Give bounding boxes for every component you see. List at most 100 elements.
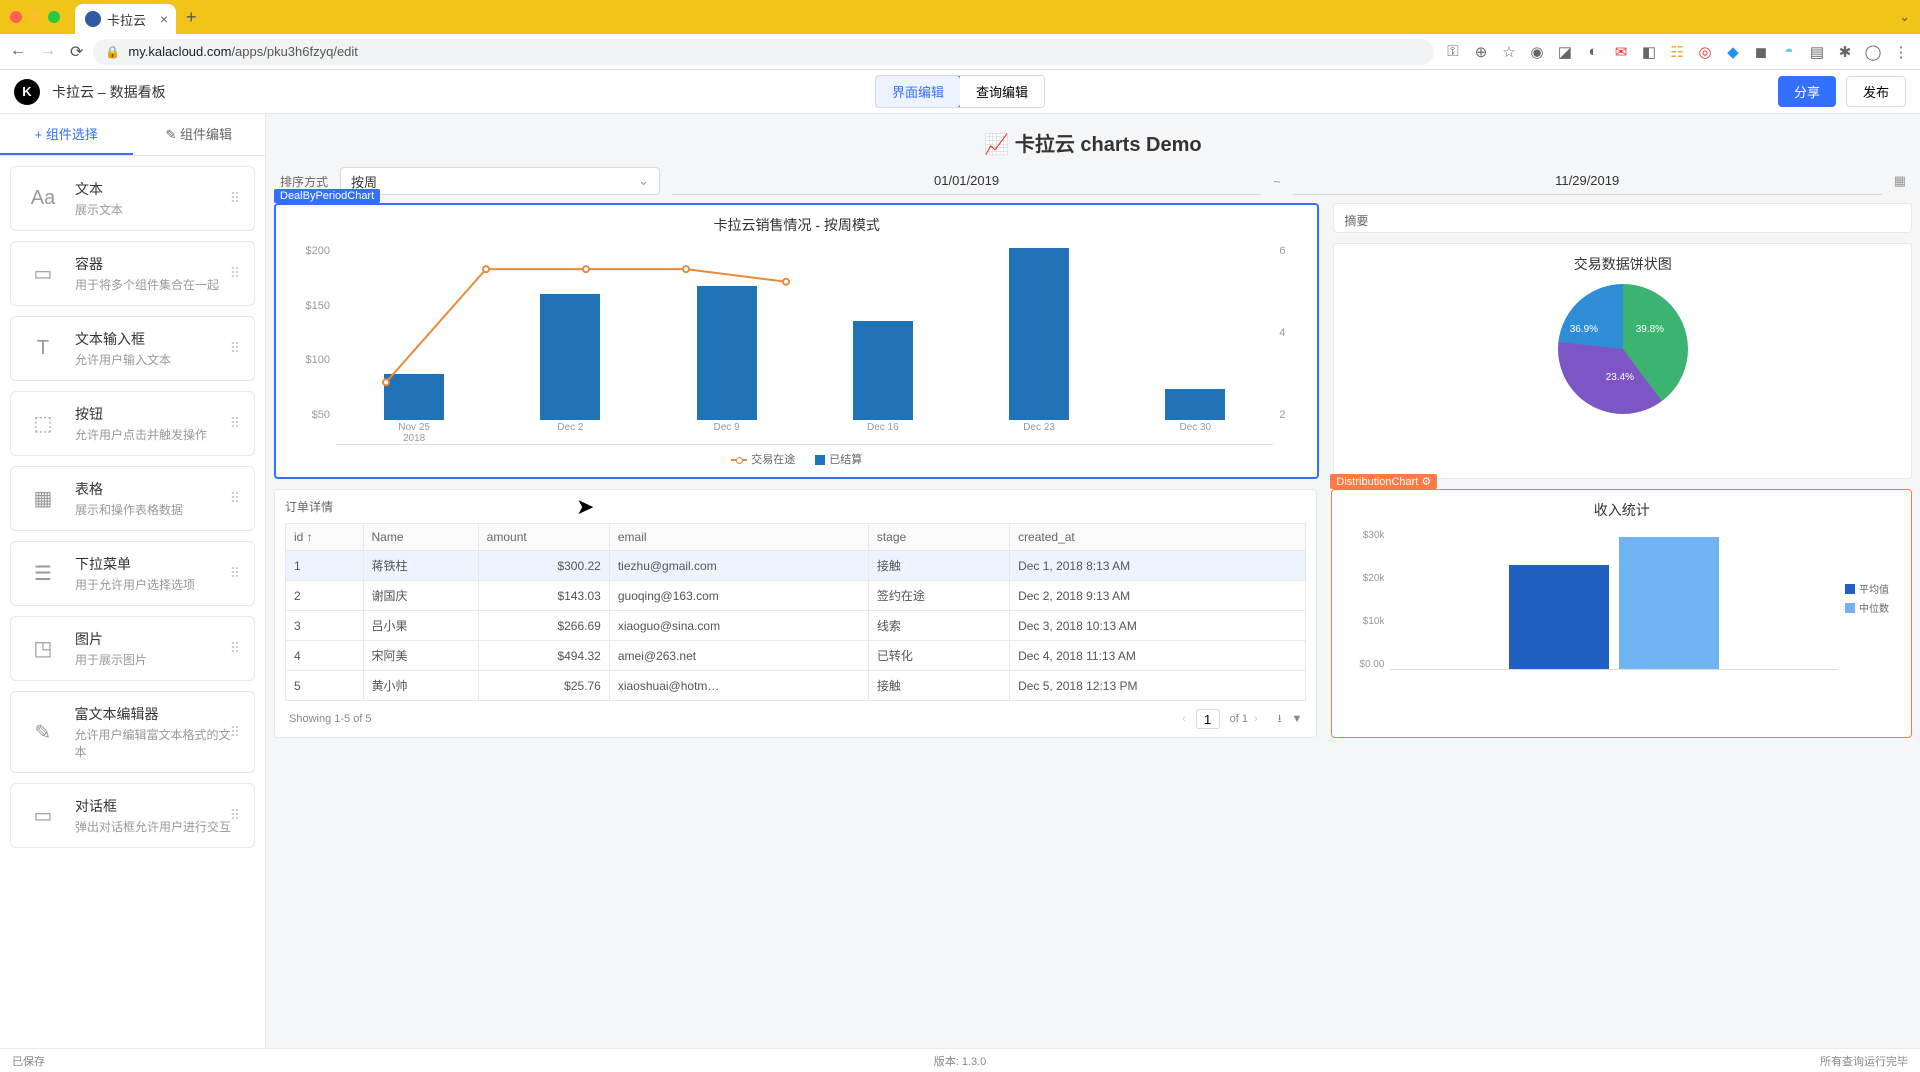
widget-item[interactable]: ◳ 图片 用于展示图片 ⠿ xyxy=(10,616,255,681)
table-row[interactable]: 3吕小果$266.69xiaoguo@sina.com线索Dec 3, 2018… xyxy=(286,611,1306,641)
widget-item[interactable]: ▭ 对话框 弹出对话框允许用户进行交互 ⠿ xyxy=(10,783,255,848)
drag-handle-icon[interactable]: ⠿ xyxy=(230,490,242,507)
prev-page-icon[interactable]: ‹ xyxy=(1182,713,1186,725)
table-header-cell[interactable]: stage xyxy=(868,524,1009,551)
close-tab-icon[interactable]: × xyxy=(160,11,168,27)
canvas[interactable]: 📈 卡拉云 charts Demo 排序方式 按周 01/01/2019 ~ 1… xyxy=(266,114,1920,1048)
table-row[interactable]: 5黄小帅$25.76xiaoshuai@hotm…接触Dec 5, 2018 1… xyxy=(286,671,1306,701)
filter-bar: 排序方式 按周 01/01/2019 ~ 11/29/2019 ▦ xyxy=(274,167,1912,195)
table-row[interactable]: 2谢国庆$143.03guoqing@163.com签约在途Dec 2, 201… xyxy=(286,581,1306,611)
tabs-overflow-icon[interactable]: ⌄ xyxy=(1899,9,1910,25)
table-row[interactable]: 1蒋铁柱$300.22tiezhu@gmail.com接触Dec 1, 2018… xyxy=(286,551,1306,581)
widget-title: 表格 xyxy=(75,479,183,499)
saved-status: 已保存 xyxy=(12,1053,45,1069)
ext7-icon[interactable]: ◎ xyxy=(1696,43,1714,61)
next-page-icon[interactable]: › xyxy=(1254,713,1258,725)
deal-chart-panel[interactable]: DealByPeriodChart 卡拉云销售情况 - 按周模式 $200$15… xyxy=(274,203,1319,479)
widget-title: 按钮 xyxy=(75,404,207,424)
widget-desc: 展示文本 xyxy=(75,201,123,218)
tab-components[interactable]: + 组件选择 xyxy=(0,114,133,155)
table-header-cell[interactable]: amount xyxy=(478,524,609,551)
download-icon[interactable]: ⭳ xyxy=(1278,710,1282,729)
table-panel[interactable]: 订单详情 id ↑Nameamountemailstagecreated_at … xyxy=(274,489,1317,738)
filter-icon[interactable]: ▼ xyxy=(1292,713,1303,725)
drag-handle-icon[interactable]: ⠿ xyxy=(230,807,242,824)
minimize-window-icon[interactable] xyxy=(29,11,41,23)
widget-title: 对话框 xyxy=(75,796,231,816)
date-from-input[interactable]: 01/01/2019 xyxy=(672,167,1261,195)
browser-tab[interactable]: 卡拉云 × xyxy=(75,4,176,34)
bar xyxy=(697,286,757,420)
table-header-cell[interactable]: created_at xyxy=(1010,524,1306,551)
bar xyxy=(540,294,600,420)
ext2-icon[interactable]: ◪ xyxy=(1556,43,1574,61)
maximize-window-icon[interactable] xyxy=(48,11,60,23)
tab-editor[interactable]: ✎ 组件编辑 xyxy=(133,114,266,155)
profile-icon[interactable]: ◯ xyxy=(1864,43,1882,61)
drag-handle-icon[interactable]: ⠿ xyxy=(230,265,242,282)
calendar-icon[interactable]: ▦ xyxy=(1894,173,1906,189)
new-tab-icon[interactable]: + xyxy=(186,7,197,28)
close-window-icon[interactable] xyxy=(10,11,22,23)
date-separator: ~ xyxy=(1273,174,1281,189)
share-button[interactable]: 分享 xyxy=(1778,76,1836,107)
ext8-icon[interactable]: ◆ xyxy=(1724,43,1742,61)
widget-item[interactable]: ⬚ 按钮 允许用户点击并触发操作 ⠿ xyxy=(10,391,255,456)
drag-handle-icon[interactable]: ⠿ xyxy=(230,340,242,357)
table-row[interactable]: 4宋阿美$494.32amei@263.net已转化Dec 4, 2018 11… xyxy=(286,641,1306,671)
widget-title: 文本输入框 xyxy=(75,329,171,349)
widget-item[interactable]: ▭ 容器 用于将多个组件集合在一起 ⠿ xyxy=(10,241,255,306)
mode-query-button[interactable]: 查询编辑 xyxy=(960,76,1044,107)
widget-icon: ⬚ xyxy=(25,406,61,442)
income-chart-plot: $30k$20k$10k$0.00 平均值中位数 xyxy=(1346,530,1897,670)
install-icon[interactable]: ⊕ xyxy=(1472,43,1490,61)
date-to-input[interactable]: 11/29/2019 xyxy=(1293,167,1882,195)
drag-handle-icon[interactable]: ⠿ xyxy=(230,565,242,582)
income-chart-title: 收入统计 xyxy=(1346,500,1897,520)
widget-icon: ▦ xyxy=(25,481,61,517)
ext4-icon[interactable]: ✉ xyxy=(1612,43,1630,61)
ext3-icon[interactable]: ◐ xyxy=(1584,43,1602,60)
forward-icon[interactable]: → xyxy=(40,42,56,62)
widget-item[interactable]: T 文本输入框 允许用户输入文本 ⠿ xyxy=(10,316,255,381)
ext9-icon[interactable]: ◼ xyxy=(1752,43,1770,61)
ext10-icon[interactable]: ◓ xyxy=(1780,43,1798,60)
table-header-cell[interactable]: email xyxy=(609,524,868,551)
widget-item[interactable]: ✎ 富文本编辑器 允许用户编辑富文本格式的文本 ⠿ xyxy=(10,691,255,773)
bookmark-icon[interactable]: ☆ xyxy=(1500,43,1518,61)
drag-handle-icon[interactable]: ⠿ xyxy=(230,190,242,207)
widget-icon: ✎ xyxy=(25,714,60,750)
widget-title: 图片 xyxy=(75,629,147,649)
reload-icon[interactable]: ⟳ xyxy=(70,42,83,62)
sort-select[interactable]: 按周 xyxy=(340,167,660,195)
pie-chart-panel[interactable]: 交易数据饼状图 39.8%36.9%23.4% xyxy=(1333,243,1912,479)
query-status: 所有查询运行完毕 xyxy=(1820,1053,1908,1069)
drag-handle-icon[interactable]: ⠿ xyxy=(230,640,242,657)
drag-handle-icon[interactable]: ⠿ xyxy=(230,415,242,432)
ext6-icon[interactable]: ☷ xyxy=(1668,43,1686,61)
widget-item[interactable]: ▦ 表格 展示和操作表格数据 ⠿ xyxy=(10,466,255,531)
status-bar: 已保存 版本: 1.3.0 所有查询运行完毕 xyxy=(0,1048,1920,1072)
widget-title: 富文本编辑器 xyxy=(74,704,240,724)
page-input[interactable] xyxy=(1196,709,1220,729)
mode-ui-button[interactable]: 界面编辑 xyxy=(875,75,961,108)
extensions-icon[interactable]: ✱ xyxy=(1836,43,1854,61)
publish-button[interactable]: 发布 xyxy=(1846,76,1906,107)
menu-icon[interactable]: ⋮ xyxy=(1892,43,1910,61)
ext5-icon[interactable]: ◧ xyxy=(1640,43,1658,61)
key-icon[interactable]: ⚿ xyxy=(1444,43,1462,60)
widget-icon: ☰ xyxy=(25,556,61,592)
ext1-icon[interactable]: ◉ xyxy=(1528,43,1546,61)
table-header-cell[interactable]: Name xyxy=(363,524,478,551)
summary-panel[interactable]: 摘要 xyxy=(1333,203,1912,233)
url-input[interactable]: 🔒 my.kalacloud.com/apps/pku3h6fzyq/edit xyxy=(93,39,1434,65)
ext11-icon[interactable]: ▤ xyxy=(1808,43,1826,61)
back-icon[interactable]: ← xyxy=(10,42,26,62)
showing-text: Showing 1-5 of 5 xyxy=(289,713,372,725)
app-logo-icon[interactable]: K xyxy=(14,79,40,105)
income-chart-panel[interactable]: DistributionChart ⚙ 收入统计 $30k$20k$10k$0.… xyxy=(1331,489,1912,738)
table-header-cell[interactable]: id ↑ xyxy=(286,524,364,551)
drag-handle-icon[interactable]: ⠿ xyxy=(230,724,242,741)
widget-item[interactable]: Aa 文本 展示文本 ⠿ xyxy=(10,166,255,231)
widget-item[interactable]: ☰ 下拉菜单 用于允许用户选择选项 ⠿ xyxy=(10,541,255,606)
